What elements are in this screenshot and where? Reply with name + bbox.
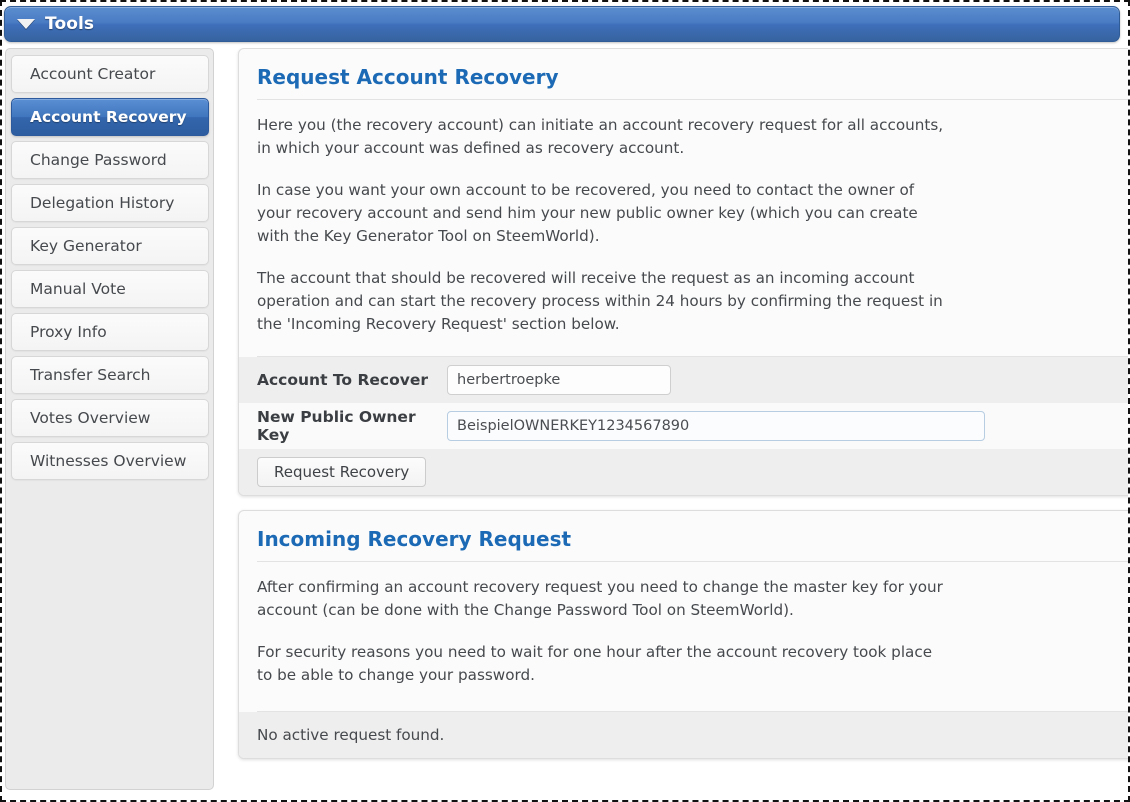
new-public-owner-key-label: New Public Owner Key <box>257 408 416 444</box>
request-recovery-button-row: Request Recovery <box>239 449 1128 495</box>
sidebar-item-manual-vote[interactable]: Manual Vote <box>11 270 209 308</box>
incoming-panel-body: After confirming an account recovery req… <box>239 562 1128 707</box>
sidebar-item-proxy-info[interactable]: Proxy Info <box>11 313 209 351</box>
sidebar-item-delegation-history[interactable]: Delegation History <box>11 184 209 222</box>
sidebar-item-key-generator[interactable]: Key Generator <box>11 227 209 265</box>
sidebar-item-transfer-search[interactable]: Transfer Search <box>11 356 209 394</box>
tools-sidebar: Account Creator Account Recovery Change … <box>5 48 214 790</box>
main-content: Request Account Recovery Here you (the r… <box>224 48 1128 790</box>
request-account-recovery-panel: Request Account Recovery Here you (the r… <box>238 48 1128 496</box>
account-to-recover-input[interactable] <box>447 365 671 395</box>
caret-down-icon[interactable] <box>17 19 35 29</box>
sidebar-item-change-password[interactable]: Change Password <box>11 141 209 179</box>
tools-header-bar[interactable]: Tools <box>4 6 1120 42</box>
incoming-panel-title: Incoming Recovery Request <box>257 527 572 551</box>
sidebar-item-witnesses-overview[interactable]: Witnesses Overview <box>11 442 209 480</box>
request-recovery-button[interactable]: Request Recovery <box>257 457 427 487</box>
incoming-recovery-request-panel: Incoming Recovery Request After confirmi… <box>238 510 1128 759</box>
sidebar-item-account-creator[interactable]: Account Creator <box>11 55 209 93</box>
request-paragraph-2: In case you want your own account to be … <box>257 181 918 245</box>
app-frame: Tools Account Creator Account Recovery C… <box>0 0 1130 802</box>
new-public-owner-key-input[interactable] <box>447 411 985 441</box>
incoming-status-text: No active request found. <box>239 712 1128 758</box>
incoming-paragraph-1: After confirming an account recovery req… <box>257 578 943 619</box>
sidebar-item-votes-overview[interactable]: Votes Overview <box>11 399 209 437</box>
request-paragraph-3: The account that should be recovered wil… <box>257 269 943 333</box>
account-to-recover-label: Account To Recover <box>257 371 428 389</box>
request-panel-title: Request Account Recovery <box>257 65 559 89</box>
sidebar-item-account-recovery[interactable]: Account Recovery <box>11 98 209 136</box>
tools-title: Tools <box>45 14 95 34</box>
new-public-owner-key-row: New Public Owner Key <box>239 403 1128 449</box>
request-paragraph-1: Here you (the recovery account) can init… <box>257 116 944 157</box>
recovery-form: Account To Recover New Public Owner Key … <box>239 357 1128 495</box>
incoming-paragraph-2: For security reasons you need to wait fo… <box>257 643 933 684</box>
request-panel-body: Here you (the recovery account) can init… <box>239 100 1128 356</box>
account-to-recover-row: Account To Recover <box>239 357 1128 403</box>
